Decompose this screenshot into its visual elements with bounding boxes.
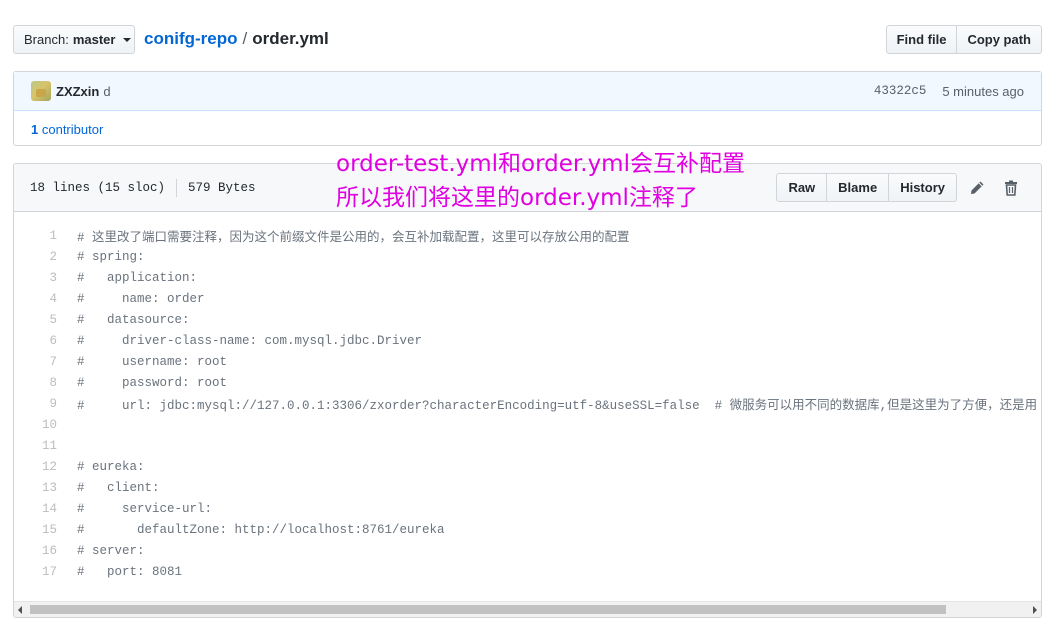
code-line: 3 # application: — [14, 267, 1041, 288]
line-number[interactable]: 1 — [14, 229, 57, 243]
line-number[interactable]: 2 — [14, 250, 57, 264]
header-divider — [176, 178, 178, 197]
raw-button[interactable]: Raw — [776, 173, 828, 202]
line-content: # driver-class-name: com.mysql.jdbc.Driv… — [77, 333, 423, 348]
annotation-overlay: order-test.yml和order.yml会互补配置 所以我们将这里的or… — [336, 147, 745, 215]
line-number[interactable]: 8 — [14, 376, 57, 390]
file-actions: Raw Blame History — [776, 173, 1025, 202]
code-line: 12 # eureka: — [14, 456, 1041, 477]
line-content: # service-url: — [77, 501, 213, 516]
branch-name: master — [72, 32, 116, 47]
line-number[interactable]: 4 — [14, 292, 57, 306]
file-view-button-group: Raw Blame History — [776, 173, 957, 202]
code-line: 2 # spring: — [14, 246, 1041, 267]
copy-path-button[interactable]: Copy path — [957, 25, 1042, 54]
code-line: 8 # password: root — [14, 372, 1041, 393]
code-line: 15 # defaultZone: http://localhost:8761/e… — [14, 519, 1041, 540]
commit-message[interactable]: d — [103, 84, 110, 99]
contributors-label: contributor — [41, 122, 104, 137]
code-line: 11 — [14, 435, 1041, 456]
line-number[interactable]: 6 — [14, 334, 57, 348]
scrollbar-thumb[interactable] — [30, 605, 946, 614]
scroll-left-icon[interactable] — [18, 606, 22, 614]
file-size: 579 Bytes — [188, 180, 256, 195]
code-line: 7 # username: root — [14, 351, 1041, 372]
code-line: 10 — [14, 414, 1041, 435]
contributors-row: 1 contributor — [14, 111, 1041, 148]
annotation-line-1: order-test.yml和order.yml会互补配置 — [336, 151, 745, 177]
latest-commit-bar: ZXZxin d 43322c5 5 minutes ago — [14, 72, 1041, 111]
line-number[interactable]: 16 — [14, 544, 57, 558]
code-line: 14 # service-url: — [14, 498, 1041, 519]
code-line: 13 # client: — [14, 477, 1041, 498]
code-line: 6 # driver-class-name: com.mysql.jdbc.Dri… — [14, 330, 1041, 351]
line-content: # server: — [77, 543, 145, 558]
code-line: 16 # server: — [14, 540, 1041, 561]
breadcrumb-separator: / — [242, 29, 248, 48]
code-line: 5 # datasource: — [14, 309, 1041, 330]
line-number[interactable]: 11 — [14, 439, 57, 453]
commit-info-box: ZXZxin d 43322c5 5 minutes ago 1 contrib… — [13, 71, 1042, 146]
line-content: # client: — [77, 480, 160, 495]
line-number[interactable]: 14 — [14, 502, 57, 516]
line-number[interactable]: 7 — [14, 355, 57, 369]
code-line: 4 # name: order — [14, 288, 1041, 309]
code-body: 1 # 这里改了端口需要注释，因为这个前缀文件是公用的，会互补加载配置，这里可以存… — [14, 212, 1041, 597]
blame-button[interactable]: Blame — [827, 173, 890, 202]
branch-select-button[interactable]: Branch: master — [13, 25, 135, 54]
contributors-count: 1 — [31, 122, 39, 137]
line-content: # eureka: — [77, 459, 145, 474]
line-number[interactable]: 12 — [14, 460, 57, 474]
trash-icon[interactable] — [997, 174, 1025, 202]
line-content: # datasource: — [77, 312, 190, 327]
breadcrumb-repo-link[interactable]: conifg-repo — [144, 29, 238, 48]
line-number[interactable]: 13 — [14, 481, 57, 495]
line-number[interactable]: 15 — [14, 523, 57, 537]
pencil-icon[interactable] — [963, 174, 991, 202]
breadcrumb: conifg-repo / order.yml — [144, 29, 329, 49]
file-lines-info: 18 lines (15 sloc) — [30, 180, 166, 195]
scroll-right-icon[interactable] — [1033, 606, 1037, 614]
line-content: # application: — [77, 270, 198, 285]
line-content: # password: root — [77, 375, 228, 390]
caret-down-icon — [123, 37, 132, 42]
line-number[interactable]: 5 — [14, 313, 57, 327]
contributors-link[interactable]: 1 contributor — [31, 122, 103, 137]
code-line: 1 # 这里改了端口需要注释，因为这个前缀文件是公用的，会互补加载配置，这里可以存… — [14, 225, 1041, 246]
line-number[interactable]: 17 — [14, 565, 57, 579]
find-file-button[interactable]: Find file — [885, 25, 958, 54]
line-content: # port: 8081 — [77, 564, 183, 579]
commit-author[interactable]: ZXZxin — [56, 84, 99, 99]
commit-sha[interactable]: 43322c5 — [874, 84, 927, 98]
line-number[interactable]: 9 — [14, 397, 57, 411]
line-content: # name: order — [77, 291, 205, 306]
line-content: # spring: — [77, 249, 145, 264]
line-content: # 这里改了端口需要注释，因为这个前缀文件是公用的，会互补加载配置，这里可以存放… — [77, 231, 630, 245]
avatar[interactable] — [31, 81, 51, 101]
line-content: # url: jdbc:mysql://127.0.0.1:3306/zxord… — [77, 399, 1038, 413]
file-viewer: 18 lines (15 sloc) 579 Bytes Raw Blame H… — [13, 163, 1042, 618]
history-button[interactable]: History — [889, 173, 957, 202]
line-content: # defaultZone: http://localhost:8761/eur… — [77, 522, 445, 537]
breadcrumb-filename: order.yml — [252, 29, 329, 48]
line-number[interactable]: 10 — [14, 418, 57, 432]
branch-label: Branch: — [24, 32, 69, 47]
line-number[interactable]: 3 — [14, 271, 57, 285]
code-line: 17 # port: 8081 — [14, 561, 1041, 582]
horizontal-scrollbar[interactable] — [14, 601, 1041, 617]
commit-time: 5 minutes ago — [942, 83, 1024, 99]
file-nav-button-group: Find file Copy path — [885, 25, 1042, 54]
line-content: # username: root — [77, 354, 228, 369]
annotation-line-2: 所以我们将这里的order.yml注释了 — [336, 185, 698, 211]
code-line: 9 # url: jdbc:mysql://127.0.0.1:3306/zxor… — [14, 393, 1041, 414]
